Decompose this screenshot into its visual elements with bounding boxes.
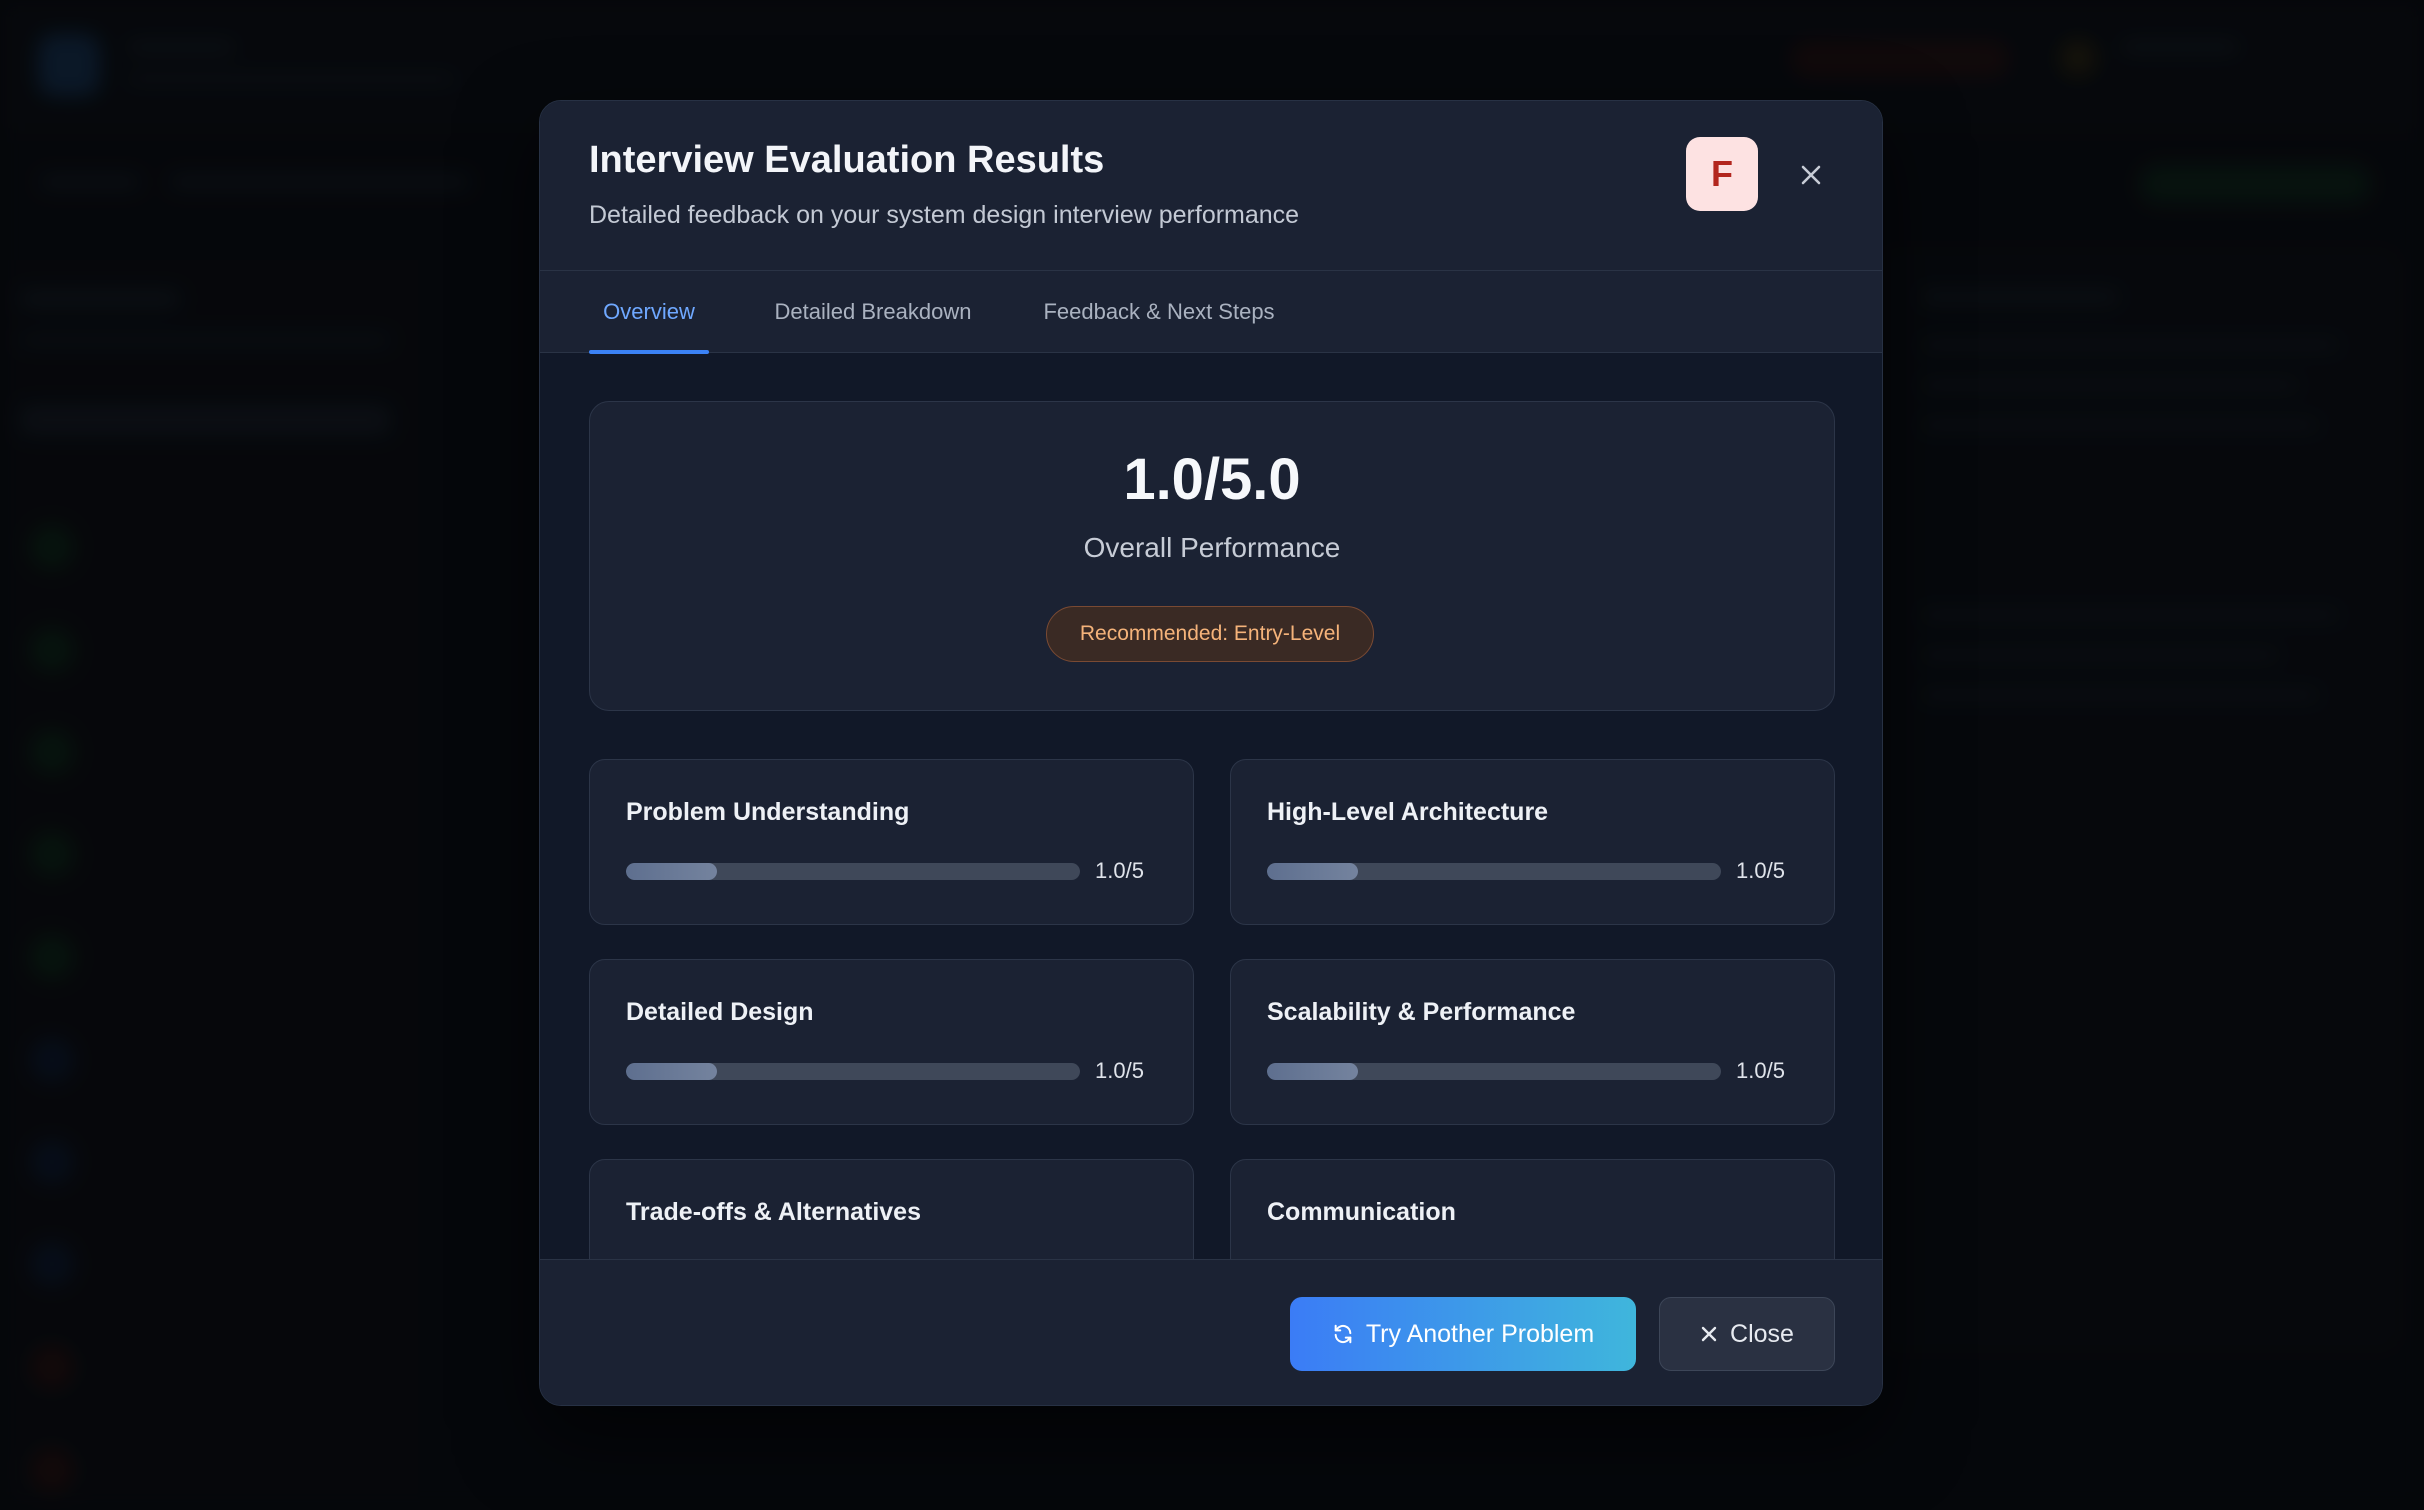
metric-value: 1.0/5 xyxy=(1736,1058,1785,1083)
metric-progress-fill xyxy=(626,1063,717,1080)
metric-title: Scalability & Performance xyxy=(1267,998,1576,1026)
tab-detailed-breakdown[interactable]: Detailed Breakdown xyxy=(758,271,988,353)
modal-footer: Try Another Problem Close xyxy=(540,1259,1882,1405)
metric-value: 1.0/5 xyxy=(1095,858,1144,883)
metric-title: Detailed Design xyxy=(626,998,814,1026)
metric-title: High-Level Architecture xyxy=(1267,798,1549,826)
metric-value: 1.0/5 xyxy=(1095,1058,1144,1083)
metric-progress-fill xyxy=(626,863,717,880)
metric-progress-bar xyxy=(1267,863,1721,880)
refresh-icon xyxy=(1332,1323,1354,1345)
overall-score: 1.0/5.0 xyxy=(1123,447,1301,512)
results-tabs: Overview Detailed Breakdown Feedback & N… xyxy=(540,271,1882,354)
overview-content[interactable]: 1.0/5.0 Overall Performance Recommended:… xyxy=(540,353,1882,1259)
metric-card: Scalability & Performance 1.0/5 xyxy=(1230,959,1835,1125)
metric-card: Problem Understanding 1.0/5 xyxy=(589,759,1194,925)
modal-close-button[interactable] xyxy=(1791,155,1831,195)
metric-card: Trade-offs & Alternatives xyxy=(589,1159,1194,1259)
metric-progress-bar xyxy=(626,863,1080,880)
metric-card: Detailed Design 1.0/5 xyxy=(589,959,1194,1125)
grade-badge: F xyxy=(1686,137,1758,211)
close-icon xyxy=(1800,164,1822,186)
close-icon xyxy=(1700,1325,1718,1343)
modal-subtitle: Detailed feedback on your system design … xyxy=(589,201,1300,229)
metric-value: 1.0/5 xyxy=(1736,858,1785,883)
modal-header: Interview Evaluation Results Detailed fe… xyxy=(540,101,1882,271)
overall-label: Overall Performance xyxy=(1083,532,1341,563)
tab-feedback-next-steps[interactable]: Feedback & Next Steps xyxy=(1029,271,1289,353)
overall-performance-card: 1.0/5.0 Overall Performance Recommended:… xyxy=(589,401,1835,711)
recommendation-badge: Recommended: Entry-Level xyxy=(1046,606,1374,662)
metric-progress-fill xyxy=(1267,863,1358,880)
evaluation-results-modal: Interview Evaluation Results Detailed fe… xyxy=(539,100,1883,1406)
tab-overview[interactable]: Overview xyxy=(589,271,709,354)
metric-progress-bar xyxy=(626,1063,1080,1080)
metric-card: Communication xyxy=(1230,1159,1835,1259)
try-another-problem-button[interactable]: Try Another Problem xyxy=(1290,1297,1636,1371)
metric-progress-bar xyxy=(1267,1063,1721,1080)
metric-progress-fill xyxy=(1267,1063,1358,1080)
close-button[interactable]: Close xyxy=(1659,1297,1835,1371)
metric-card: High-Level Architecture 1.0/5 xyxy=(1230,759,1835,925)
try-another-problem-label: Try Another Problem xyxy=(1365,1319,1595,1348)
metric-title: Problem Understanding xyxy=(626,798,910,826)
modal-title: Interview Evaluation Results xyxy=(589,139,1105,181)
close-button-label: Close xyxy=(1730,1319,1794,1348)
metric-title: Trade-offs & Alternatives xyxy=(626,1198,921,1226)
metric-title: Communication xyxy=(1267,1198,1456,1226)
